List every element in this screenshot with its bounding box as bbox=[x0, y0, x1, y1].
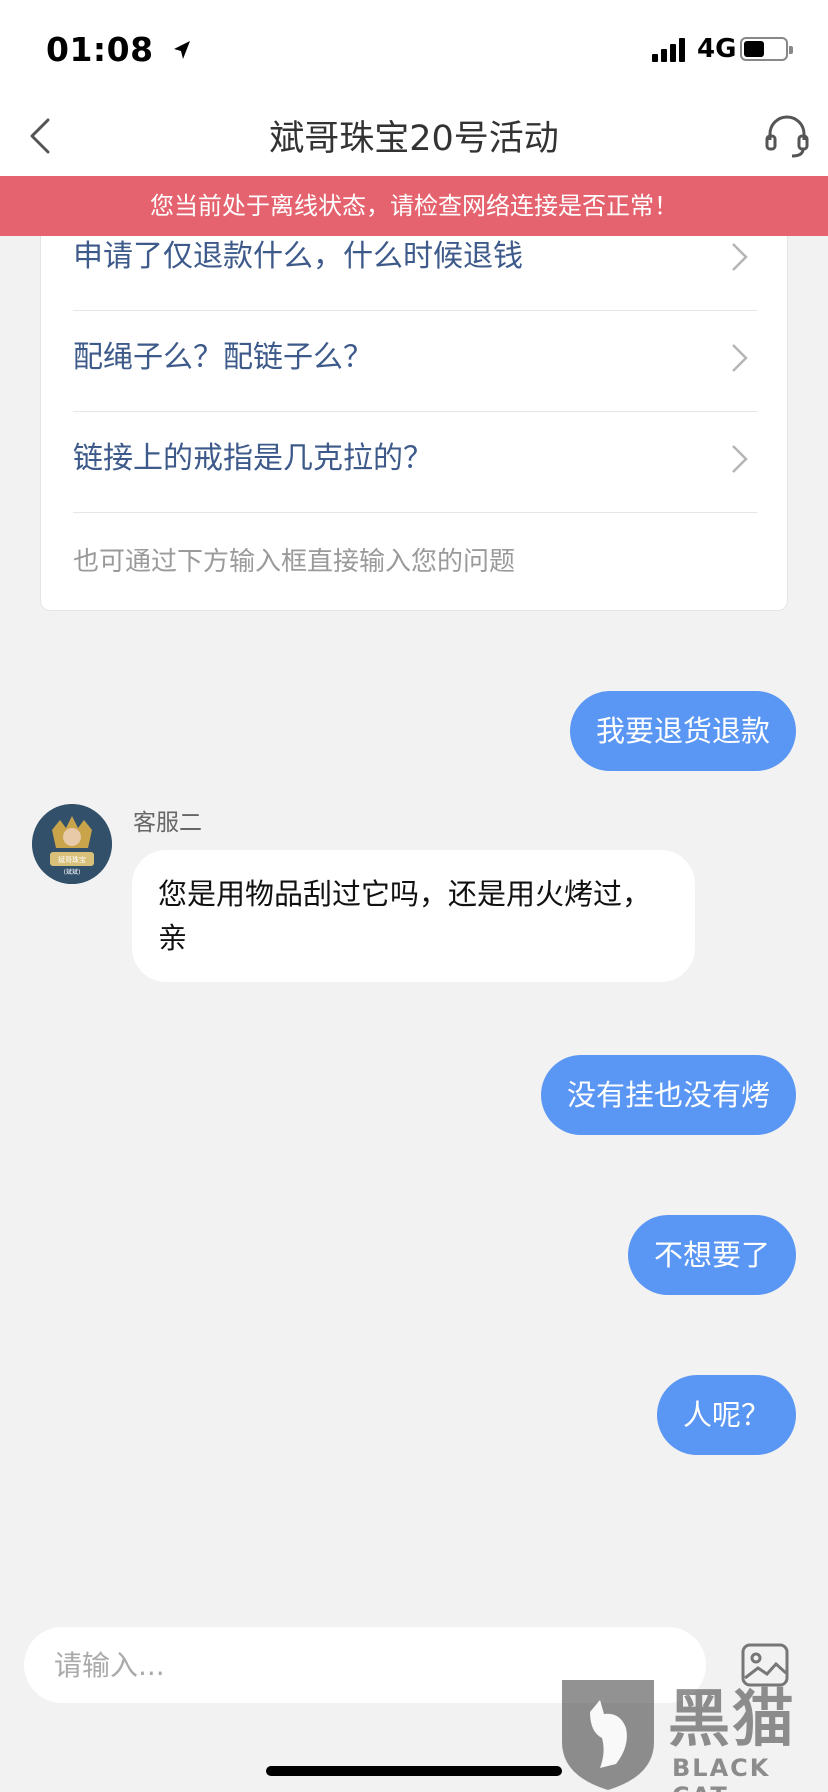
watermark: 黑猫 BLACK CAT bbox=[556, 1668, 828, 1792]
avatar-caption-2: (斌斌) bbox=[64, 868, 81, 876]
chevron-right-icon bbox=[732, 445, 748, 473]
headset-icon bbox=[765, 115, 809, 158]
avatar[interactable]: 斌哥珠宝 (斌斌) bbox=[32, 804, 112, 884]
network-type: 4G bbox=[697, 34, 737, 64]
incoming-message[interactable]: 您是用物品刮过它吗，还是用火烤过，亲 bbox=[132, 850, 695, 982]
watermark-cn: 黑猫 bbox=[668, 1682, 797, 1755]
faq-item[interactable]: 配绳子么？配链子么？ bbox=[73, 311, 757, 412]
outgoing-message[interactable]: 我要退货退款 bbox=[569, 691, 796, 771]
black-cat-logo-icon bbox=[562, 1680, 654, 1790]
cellular-signal-icon bbox=[652, 38, 688, 62]
watermark-en: BLACK CAT bbox=[672, 1754, 771, 1792]
chevron-right-icon bbox=[732, 243, 748, 271]
home-indicator bbox=[266, 1766, 562, 1776]
page-title: 斌哥珠宝20号活动 bbox=[269, 119, 559, 159]
avatar-caption-1: 斌哥珠宝 bbox=[58, 855, 86, 864]
chevron-right-icon bbox=[732, 344, 748, 372]
outgoing-message[interactable]: 不想要了 bbox=[627, 1215, 796, 1295]
customer-service-button[interactable] bbox=[762, 110, 812, 160]
battery-icon bbox=[740, 37, 793, 61]
faq-card: 申请了仅退款什么，什么时候退钱 配绳子么？配链子么？ 链接上的戒指是几克拉的？ … bbox=[40, 236, 788, 611]
location-arrow-icon bbox=[172, 30, 192, 69]
faq-hint: 也可通过下方输入框直接输入您的问题 bbox=[73, 547, 516, 577]
nav-bar: 斌哥珠宝20号活动 bbox=[0, 96, 828, 176]
outgoing-message[interactable]: 人呢？ bbox=[656, 1375, 796, 1455]
status-bar: 01:08 4G bbox=[0, 0, 828, 96]
faq-question: 链接上的戒指是几克拉的？ bbox=[73, 441, 433, 476]
faq-question: 申请了仅退款什么，什么时候退钱 bbox=[73, 239, 523, 274]
status-time: 01:08 bbox=[46, 30, 192, 69]
agent-avatar-image: 斌哥珠宝 (斌斌) bbox=[32, 804, 112, 884]
outgoing-message[interactable]: 没有挂也没有烤 bbox=[540, 1055, 796, 1135]
clock-text: 01:08 bbox=[46, 30, 154, 69]
faq-item[interactable]: 申请了仅退款什么，什么时候退钱 bbox=[73, 210, 757, 311]
faq-question: 配绳子么？配链子么？ bbox=[73, 340, 373, 375]
faq-item[interactable]: 链接上的戒指是几克拉的？ bbox=[73, 412, 757, 513]
sender-name: 客服二 bbox=[133, 810, 202, 836]
